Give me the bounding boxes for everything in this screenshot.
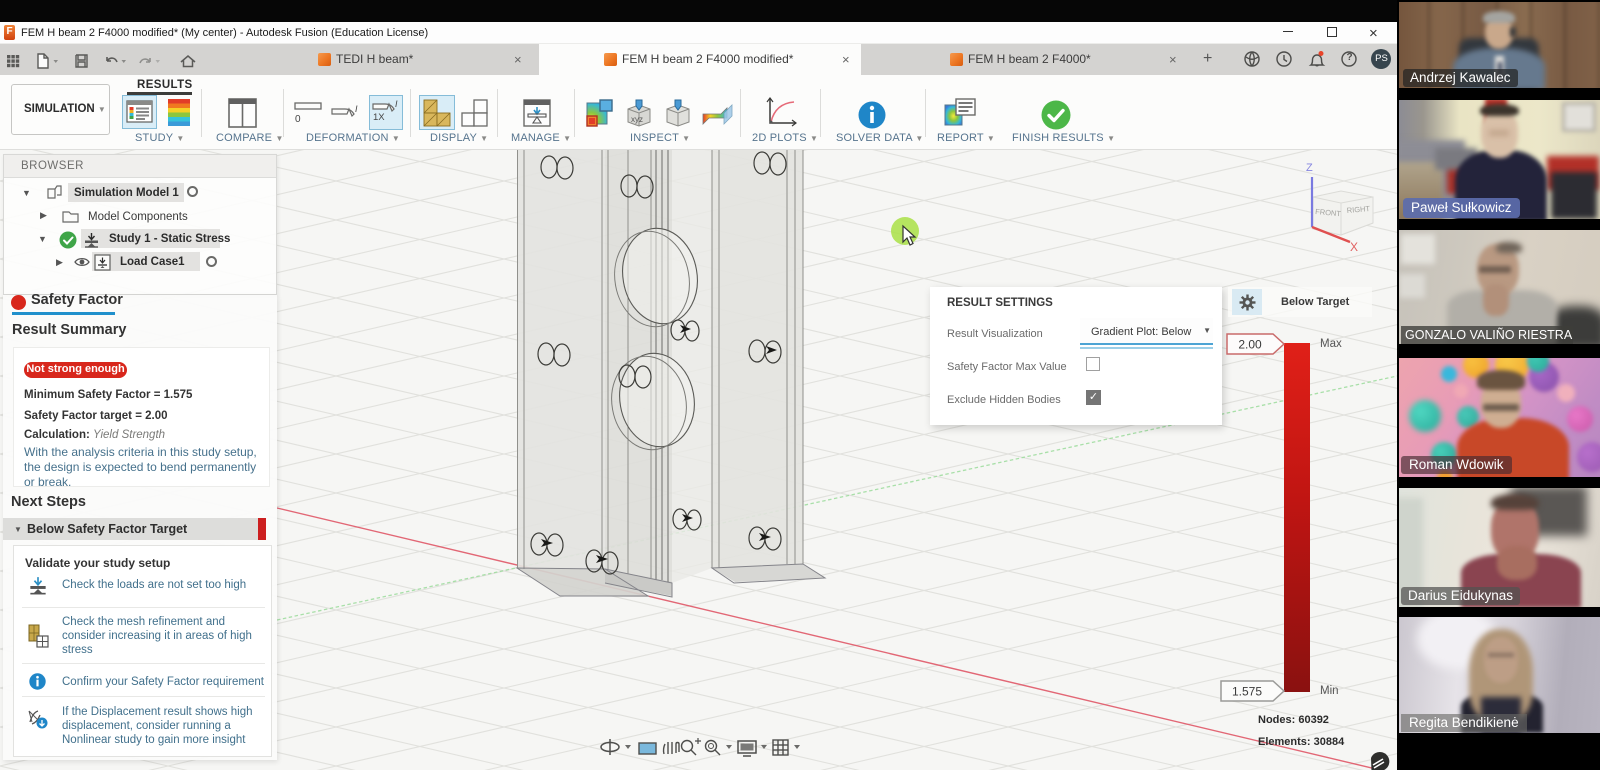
svg-text:I: I [395, 99, 398, 109]
svg-text:0: 0 [295, 114, 301, 124]
svg-text:Z: Z [1306, 162, 1313, 174]
svg-text:X: X [1350, 240, 1358, 254]
svg-text:1X: 1X [373, 112, 385, 123]
svg-text:2.00: 2.00 [1238, 338, 1262, 352]
svg-text:1.575: 1.575 [1232, 685, 1262, 699]
svg-text:xyz: xyz [631, 115, 643, 124]
svg-text:I: I [355, 104, 358, 114]
